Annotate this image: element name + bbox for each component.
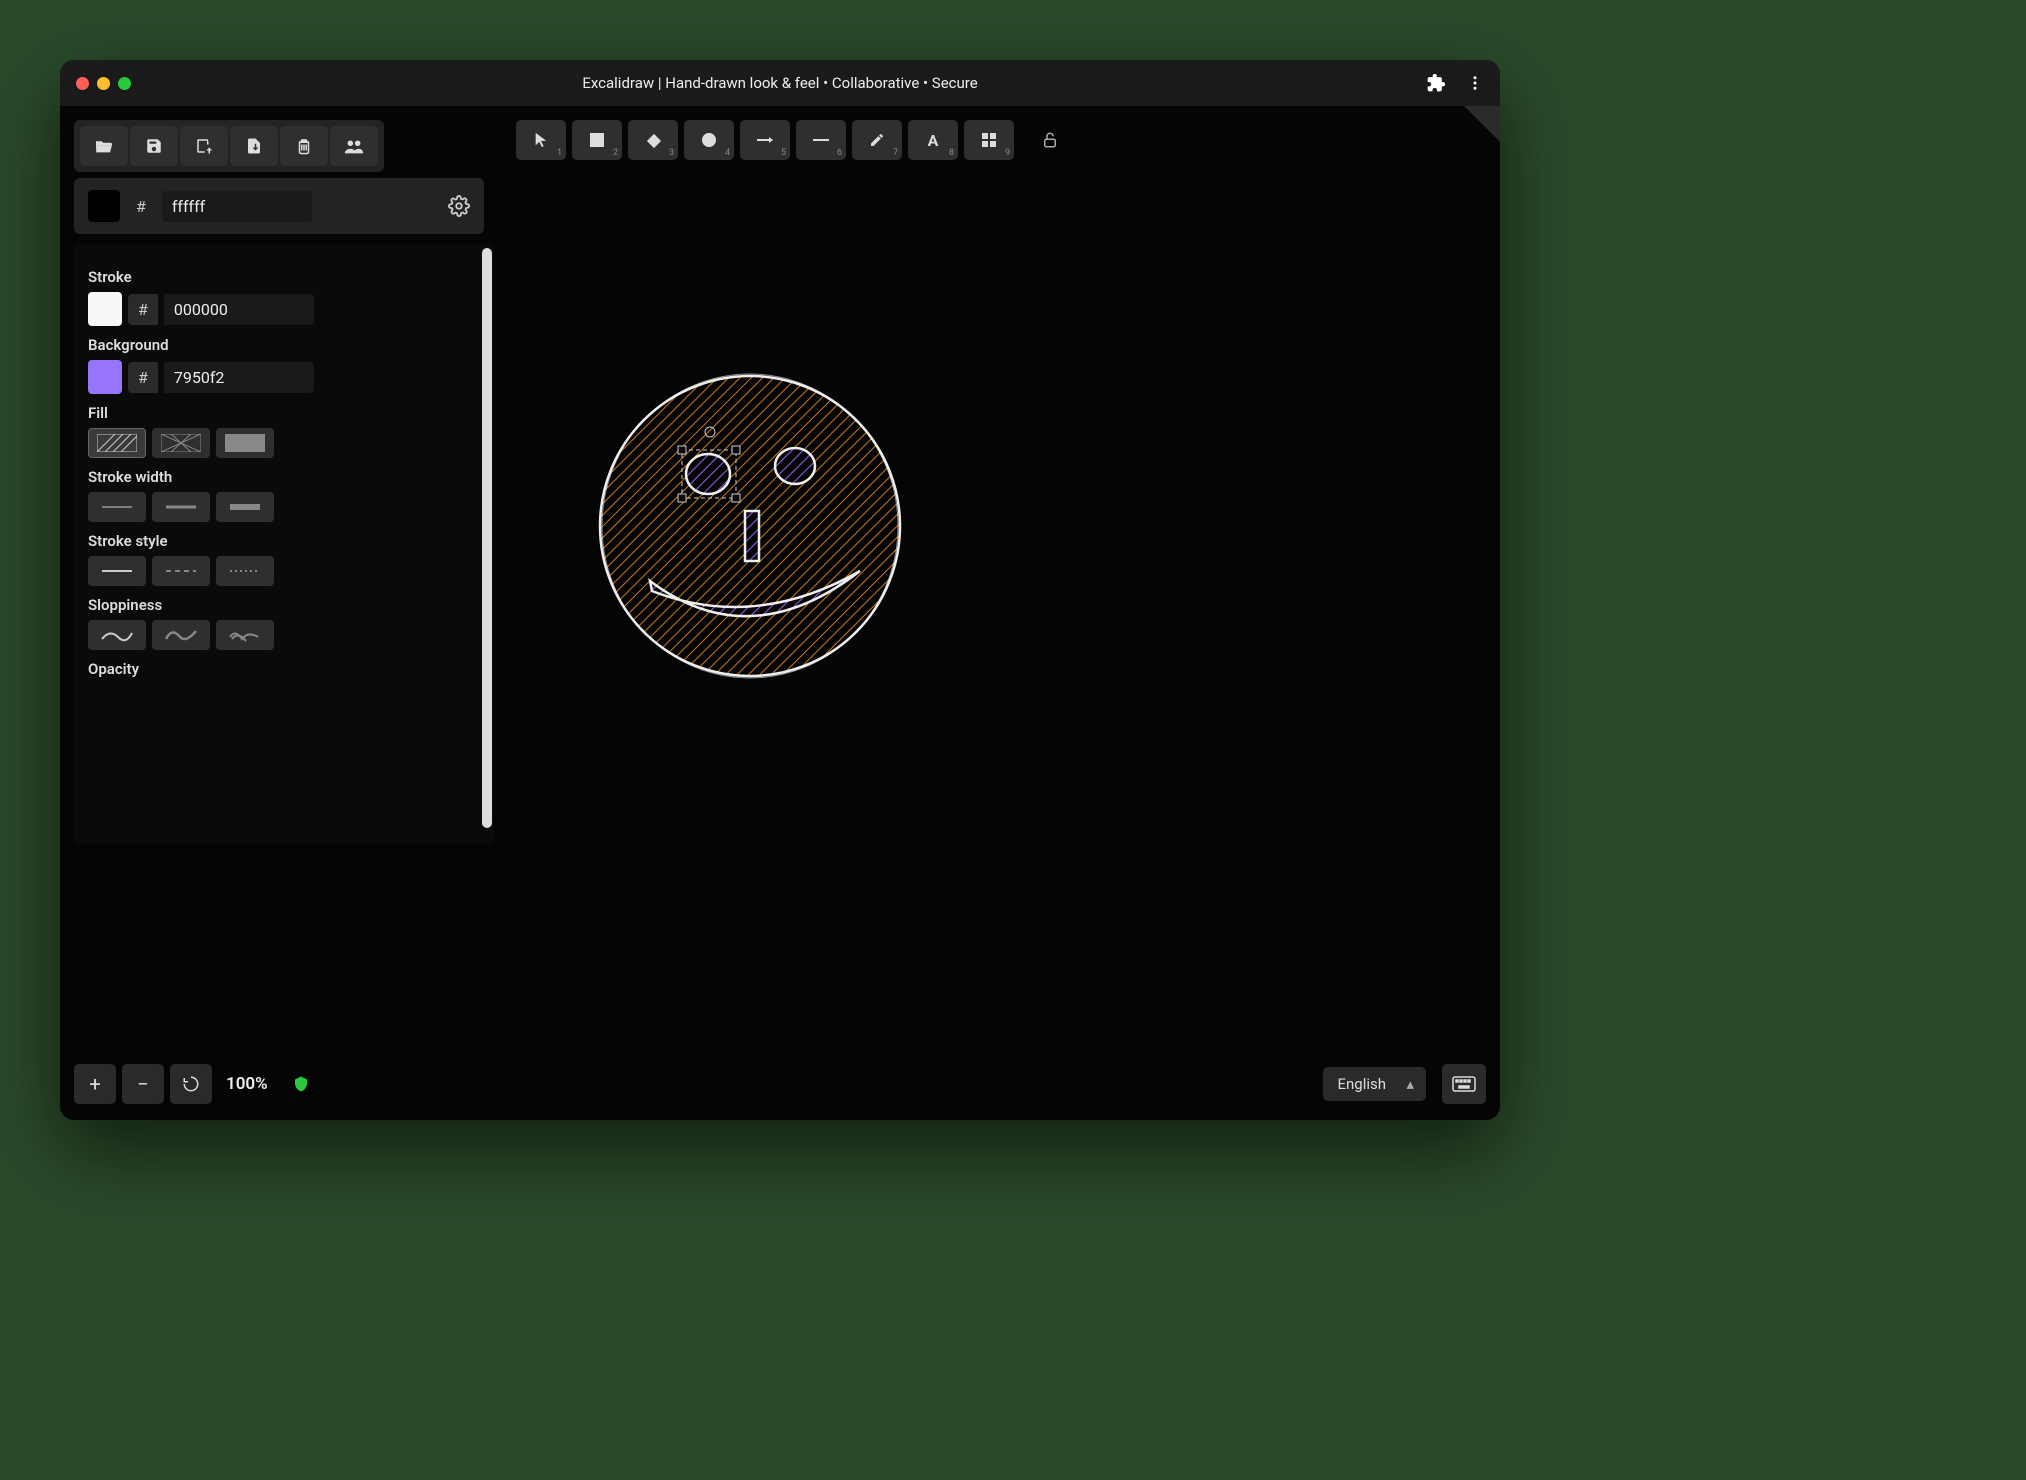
hash-label: # xyxy=(128,362,158,393)
stroke-style-options xyxy=(88,556,480,586)
tool-arrow[interactable]: 5 xyxy=(740,120,790,160)
stroke-width-section-label: Stroke width xyxy=(88,468,480,486)
minimize-window-button[interactable] xyxy=(97,77,110,90)
shape-toolbar: 1 2 3 4 5 6 7 xyxy=(516,120,1070,160)
fill-section-label: Fill xyxy=(88,404,480,422)
traffic-lights xyxy=(76,77,131,90)
tool-diamond[interactable]: 3 xyxy=(628,120,678,160)
fill-solid[interactable] xyxy=(216,428,274,458)
encryption-shield-icon[interactable] xyxy=(292,1074,310,1094)
export-button[interactable] xyxy=(230,126,278,166)
maximize-window-button[interactable] xyxy=(118,77,131,90)
canvas-drawing xyxy=(580,356,920,696)
background-color-input[interactable] xyxy=(164,362,314,393)
language-selector[interactable]: English xyxy=(1323,1067,1426,1101)
settings-gear-icon[interactable] xyxy=(448,195,470,217)
tool-text[interactable]: A 8 xyxy=(908,120,958,160)
fill-options xyxy=(88,428,480,458)
tool-freedraw[interactable]: 7 xyxy=(852,120,902,160)
content-area: 1 2 3 4 5 6 7 xyxy=(60,106,1500,1120)
tool-rectangle[interactable]: 2 xyxy=(572,120,622,160)
lock-tool-button[interactable] xyxy=(1030,120,1070,160)
browser-menu-icon[interactable] xyxy=(1466,74,1484,92)
titlebar: Excalidraw | Hand-drawn look & feel • Co… xyxy=(60,60,1500,106)
stroke-style-solid[interactable] xyxy=(88,556,146,586)
stroke-width-options xyxy=(88,492,480,522)
reset-zoom-button[interactable] xyxy=(170,1064,212,1104)
tool-shapes-library[interactable]: 9 xyxy=(964,120,1014,160)
collaborate-button[interactable] xyxy=(330,126,378,166)
stroke-width-medium[interactable] xyxy=(152,492,210,522)
fill-crosshatch[interactable] xyxy=(152,428,210,458)
stroke-style-section-label: Stroke style xyxy=(88,532,480,550)
tool-line[interactable]: 6 xyxy=(796,120,846,160)
save-as-button[interactable] xyxy=(180,126,228,166)
sloppiness-options xyxy=(88,620,480,650)
zoom-level-label: 100% xyxy=(226,1074,268,1094)
language-label: English xyxy=(1337,1075,1386,1093)
tool-ellipse[interactable]: 4 xyxy=(684,120,734,160)
zoom-out-button[interactable]: − xyxy=(122,1064,164,1104)
sloppiness-section-label: Sloppiness xyxy=(88,596,480,614)
stroke-style-dashed[interactable] xyxy=(152,556,210,586)
save-button[interactable] xyxy=(130,126,178,166)
stroke-width-thick[interactable] xyxy=(216,492,274,522)
stroke-style-dotted[interactable] xyxy=(216,556,274,586)
panel-scrollbar[interactable] xyxy=(482,248,492,828)
element-properties-panel: Stroke # Background # Fill xyxy=(74,244,494,844)
canvas-color-panel: # xyxy=(74,178,484,234)
hash-label: # xyxy=(130,197,152,216)
stroke-width-thin[interactable] xyxy=(88,492,146,522)
hash-label: # xyxy=(128,294,158,325)
stroke-section-label: Stroke xyxy=(88,268,480,286)
close-window-button[interactable] xyxy=(76,77,89,90)
file-toolbar xyxy=(74,120,384,172)
sloppiness-architect[interactable] xyxy=(88,620,146,650)
stroke-color-input[interactable] xyxy=(164,294,314,325)
zoom-in-button[interactable]: + xyxy=(74,1064,116,1104)
footer-bar: + − 100% English xyxy=(74,1064,1486,1104)
keyboard-shortcuts-button[interactable] xyxy=(1442,1064,1486,1104)
sloppiness-artist[interactable] xyxy=(152,620,210,650)
library-corner-icon[interactable] xyxy=(1464,106,1500,142)
background-color-swatch[interactable] xyxy=(88,360,122,394)
opacity-section-label: Opacity xyxy=(88,660,480,678)
app-window: Excalidraw | Hand-drawn look & feel • Co… xyxy=(60,60,1500,1120)
canvas-color-input[interactable] xyxy=(162,191,312,222)
canvas-color-swatch[interactable] xyxy=(88,190,120,222)
clear-canvas-button[interactable] xyxy=(280,126,328,166)
stroke-color-swatch[interactable] xyxy=(88,292,122,326)
fill-hachure[interactable] xyxy=(88,428,146,458)
extension-icon[interactable] xyxy=(1426,73,1446,93)
open-button[interactable] xyxy=(80,126,128,166)
window-title: Excalidraw | Hand-drawn look & feel • Co… xyxy=(582,74,977,92)
background-section-label: Background xyxy=(88,336,480,354)
sloppiness-cartoonist[interactable] xyxy=(216,620,274,650)
tool-selection[interactable]: 1 xyxy=(516,120,566,160)
